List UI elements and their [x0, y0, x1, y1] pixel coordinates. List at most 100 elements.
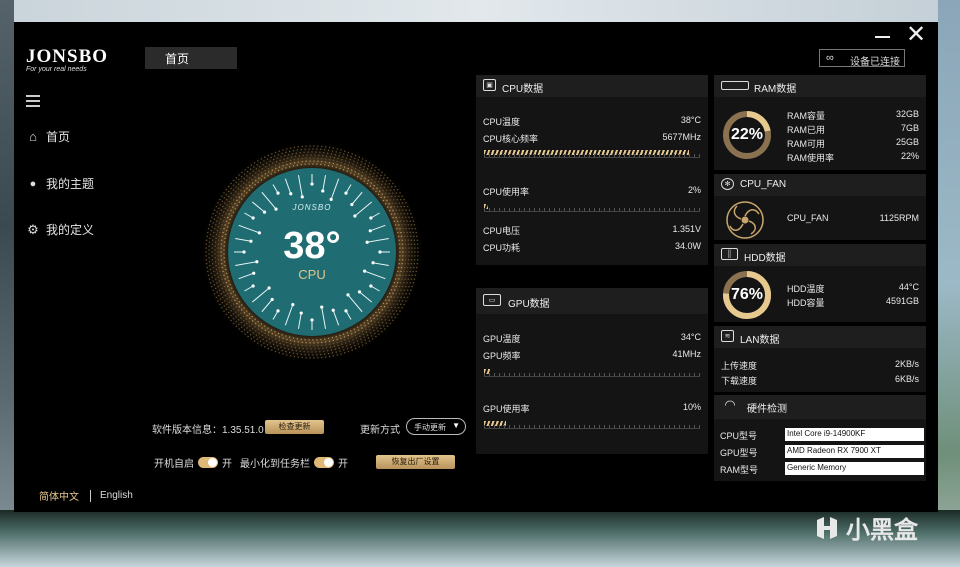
logo-text: JONSBO	[26, 46, 109, 67]
gauge-dot	[222, 296, 224, 299]
gauge-dot	[371, 323, 373, 326]
minimize-button[interactable]	[874, 26, 892, 46]
device-connected-button[interactable]: ∞ 设备已连接	[819, 49, 905, 68]
fan-icon: ✻	[721, 178, 734, 190]
sidebar-item-home[interactable]: ⌂ 首页	[26, 128, 70, 145]
gauge-dot	[319, 350, 321, 353]
lang-zh-link[interactable]: 简体中文	[39, 488, 79, 503]
gauge-dot	[403, 198, 405, 201]
gauge-dot	[384, 319, 387, 321]
gauge-dot	[335, 335, 337, 338]
gauge-dot	[321, 356, 323, 359]
gauge-dot	[258, 332, 260, 334]
gauge-dot	[209, 220, 212, 222]
gauge-dot	[256, 164, 258, 166]
language-switcher: 简体中文 English	[39, 488, 133, 503]
network-icon: ≋	[721, 330, 734, 342]
gauge-dot	[264, 156, 266, 158]
gauge-dot	[228, 296, 231, 298]
gauge-dot	[236, 297, 239, 300]
autostart-toggle[interactable]	[198, 457, 218, 468]
gauge-dot	[382, 322, 384, 324]
gauge-dot	[274, 171, 276, 173]
gauge-dot	[384, 328, 386, 330]
gauge-dot	[218, 294, 220, 297]
gauge-dot	[240, 317, 242, 319]
gauge-dot	[296, 149, 299, 151]
check-update-button[interactable]: 检查更新	[265, 420, 324, 434]
gauge-dot	[308, 148, 310, 150]
bar-ticks	[484, 208, 700, 211]
gauge-dot	[237, 319, 240, 321]
ram-usage-percent: 22%	[730, 126, 764, 143]
gauge-dot	[356, 340, 359, 342]
update-mode-select[interactable]: 手动更新 ▼	[406, 418, 466, 435]
gauge-dot	[225, 188, 227, 191]
gauge-dot	[303, 151, 305, 154]
hdd-temp-label: HDD温度	[787, 284, 825, 294]
gauge-dot	[247, 335, 249, 338]
gauge-dot	[223, 192, 225, 194]
gauge-dot	[238, 301, 241, 303]
gauge-dot	[283, 344, 285, 346]
gauge-dot	[235, 196, 237, 198]
menu-icon[interactable]	[26, 95, 40, 107]
gauge-dot	[370, 182, 373, 184]
gauge-spoke-dot	[310, 318, 314, 322]
sidebar-item-my-themes[interactable]: ● 我的主题	[26, 175, 94, 192]
gauge-dot	[403, 296, 406, 299]
close-button[interactable]: ✕	[904, 23, 928, 47]
gauge-dot	[400, 220, 402, 222]
gauge-dot	[289, 159, 292, 162]
gauge-dot	[273, 347, 276, 349]
gauge-dot	[253, 162, 256, 164]
gauge-dot	[271, 336, 273, 338]
gpu-freq-bar	[484, 367, 700, 377]
gauge-dot	[213, 284, 216, 286]
gauge-spoke-dot	[276, 309, 280, 313]
gauge-dot	[366, 182, 369, 185]
gauge-dot	[351, 333, 353, 335]
lan-upload-label: 上传速度	[721, 361, 758, 371]
gauge-dot	[246, 187, 248, 190]
gauge-dot	[258, 170, 260, 172]
gauge-dot	[261, 327, 263, 329]
gpu-temp-label: GPU温度	[483, 334, 521, 344]
gauge-dot	[228, 222, 230, 224]
gauge-dot	[361, 175, 363, 177]
gauge-dot	[354, 171, 356, 173]
gauge-dot	[391, 299, 394, 302]
gauge-dot	[384, 183, 387, 185]
gauge-brand: JONSBO	[292, 203, 332, 212]
gauge-dot	[262, 338, 264, 340]
gauge-dot	[372, 326, 374, 329]
gauge-dot	[242, 315, 245, 318]
gauge-dot	[296, 164, 299, 166]
factory-reset-button[interactable]: 恢复出厂设置	[376, 455, 455, 469]
lang-en-link[interactable]: English	[100, 490, 133, 501]
gauge-dot	[336, 163, 338, 166]
gauge-dot	[256, 338, 258, 340]
gauge-dot	[234, 299, 236, 301]
gauge-dot	[235, 191, 237, 193]
gauge-dot	[405, 300, 407, 302]
gauge-dot	[390, 195, 393, 198]
gauge-dot	[292, 165, 295, 167]
gauge-dot	[387, 316, 389, 318]
gauge-dot	[229, 283, 231, 286]
gauge-dot	[282, 353, 284, 355]
sidebar-item-my-definitions[interactable]: ⚙ 我的定义	[26, 221, 94, 238]
gauge-dot	[316, 148, 318, 150]
gauge-dot	[253, 340, 256, 342]
gauge-dot	[293, 343, 296, 346]
gauge-dot	[254, 176, 256, 178]
gauge-dot	[223, 305, 226, 307]
gauge-dot	[303, 350, 305, 353]
gauge-dot	[289, 342, 292, 345]
gauge-dot	[312, 148, 314, 150]
gauge-dot	[298, 347, 300, 349]
gpu-usage-row: GPU使用率 10%	[483, 402, 701, 415]
gauge-dot	[258, 325, 260, 327]
gauge-dot	[295, 152, 298, 154]
minimize-toggle[interactable]	[314, 457, 334, 468]
